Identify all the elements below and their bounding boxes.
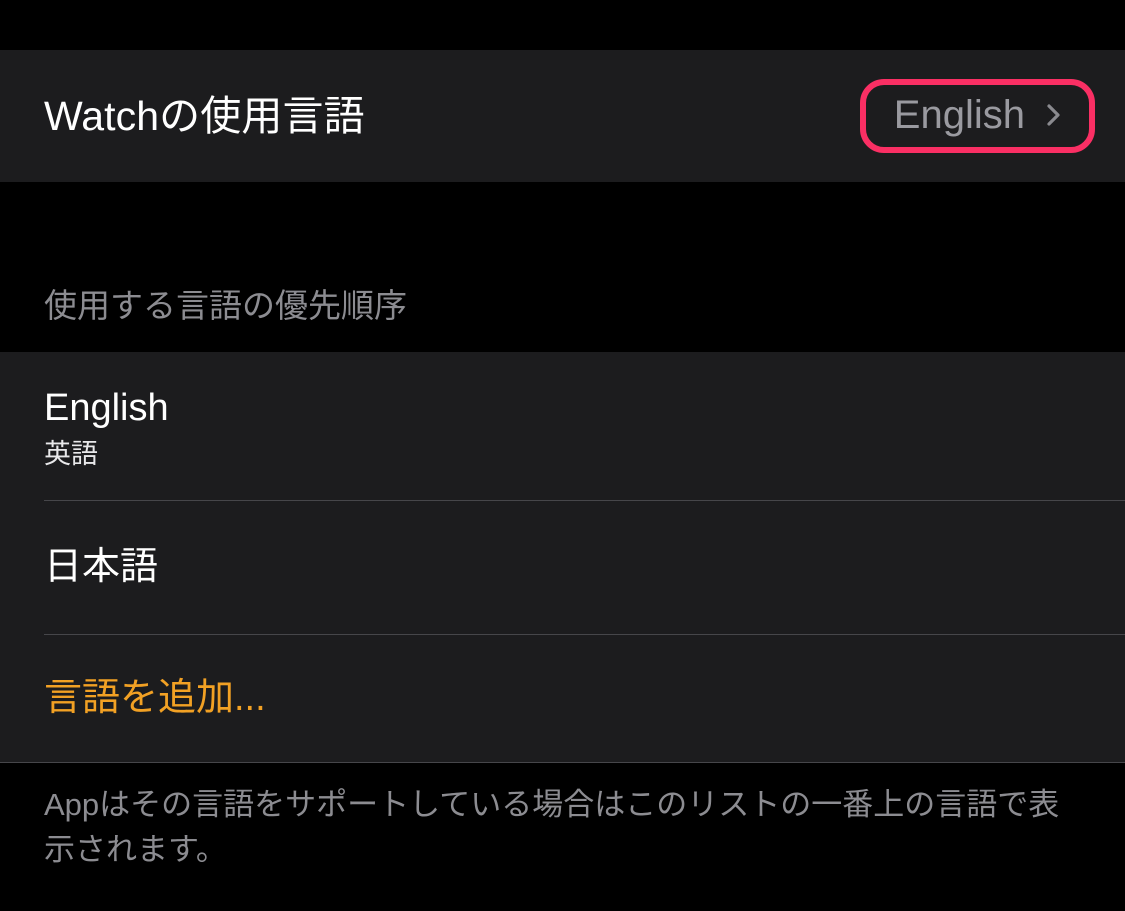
chevron-right-icon: [1041, 102, 1067, 128]
panel-bottom-separator: [0, 762, 1125, 763]
page-title: Watchの使用言語: [44, 92, 365, 139]
current-language-button[interactable]: English: [859, 79, 1095, 153]
add-language-label: 言語を追加...: [44, 677, 266, 720]
status-bar-strip: [0, 0, 1125, 50]
list-item-subtitle: 英語: [44, 438, 98, 469]
language-priority-list: English 英語 日本語 言語を追加...: [0, 352, 1125, 763]
list-item-title: English: [44, 386, 169, 429]
section-header-label: 使用する言語の優先順序: [44, 287, 407, 324]
current-language-value: English: [893, 93, 1025, 137]
language-header-row[interactable]: Watchの使用言語 English: [0, 50, 1125, 182]
header-list-gap: [0, 182, 1125, 352]
list-item-title: 日本語: [44, 545, 159, 588]
footer-note: Appはその言語をサポートしている場合はこのリストの一番上の言語で表示されます。: [44, 787, 1060, 867]
settings-screen: Watchの使用言語 English 使用する言語の優先順序 English 英…: [0, 0, 1125, 911]
add-language-row[interactable]: 言語を追加...: [0, 634, 1125, 763]
list-item[interactable]: English 英語: [0, 352, 1125, 500]
list-item[interactable]: 日本語: [0, 500, 1125, 634]
